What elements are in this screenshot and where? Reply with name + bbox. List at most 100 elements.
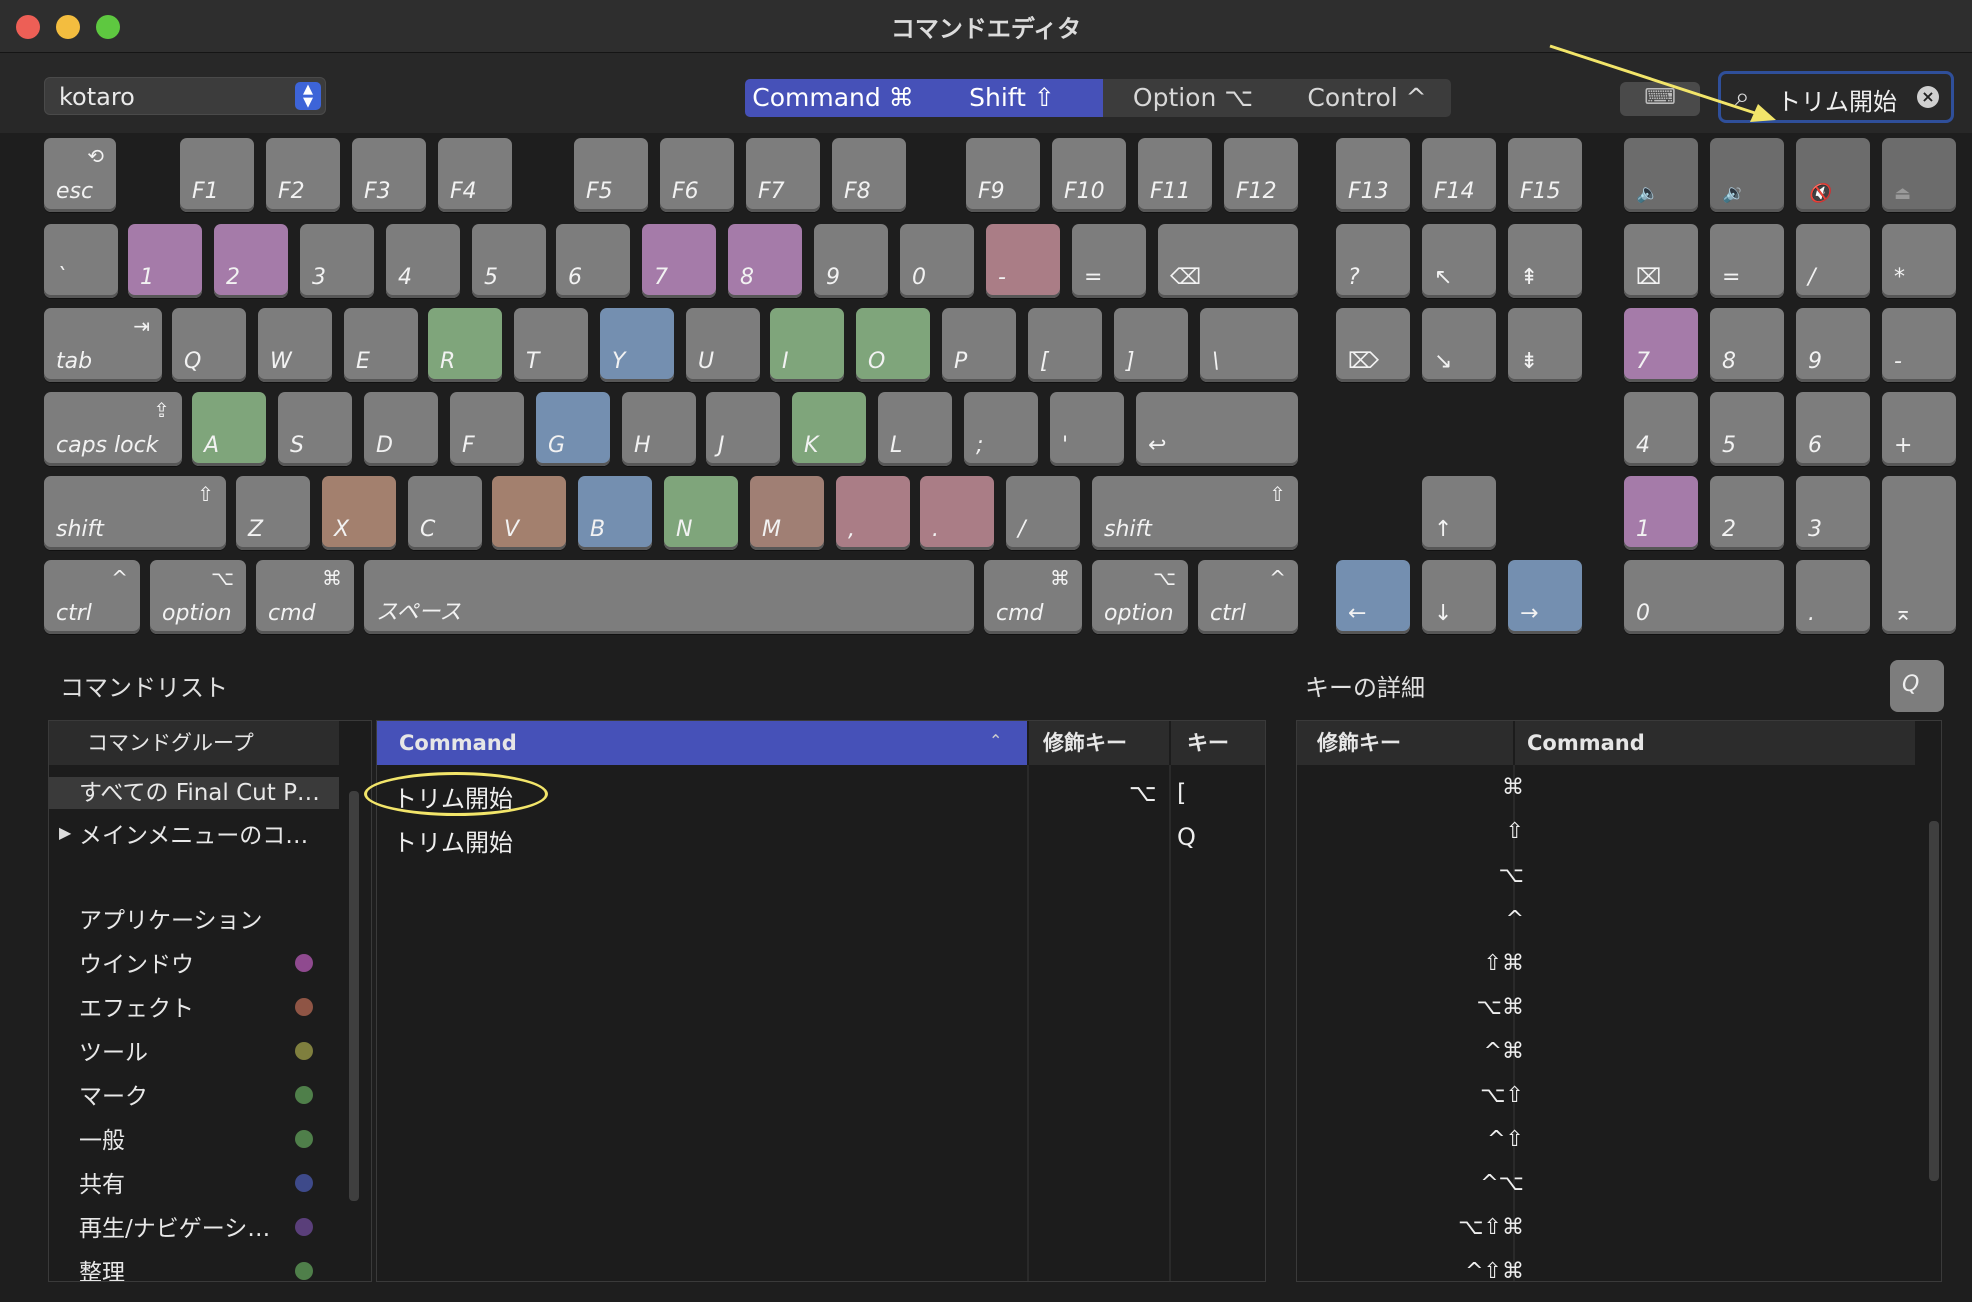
- key-forward-delete[interactable]: ⌦: [1336, 308, 1410, 382]
- modifier-option[interactable]: Option ⌥: [1103, 79, 1283, 117]
- key-0[interactable]: 0: [900, 224, 974, 298]
- key-right-option[interactable]: option ⌥: [1092, 560, 1188, 634]
- key-right-cmd[interactable]: cmd ⌘: [984, 560, 1082, 634]
- key-caps-lock[interactable]: caps lock ⇪: [44, 392, 182, 466]
- key-q[interactable]: Q: [172, 308, 246, 382]
- key-f2[interactable]: F2: [266, 138, 340, 212]
- key-f8[interactable]: F8: [832, 138, 906, 212]
- key-n[interactable]: N: [664, 476, 738, 550]
- key-num-5[interactable]: 5: [1710, 392, 1784, 466]
- key-comma[interactable]: ,: [836, 476, 910, 550]
- key-j[interactable]: J: [706, 392, 780, 466]
- group-item-playback[interactable]: 再生/ナビゲーシ…: [79, 1209, 270, 1243]
- key-equals[interactable]: =: [1072, 224, 1146, 298]
- key-1[interactable]: 1: [128, 224, 202, 298]
- search-input[interactable]: トリム開始: [1777, 82, 1897, 117]
- key-7[interactable]: 7: [642, 224, 716, 298]
- column-header-command[interactable]: Command: [377, 721, 1027, 765]
- key-volume-down[interactable]: 🔈: [1624, 138, 1698, 212]
- key-f7[interactable]: F7: [746, 138, 820, 212]
- key-num-multiply[interactable]: *: [1882, 224, 1956, 298]
- key-f6[interactable]: F6: [660, 138, 734, 212]
- key-num-6[interactable]: 6: [1796, 392, 1870, 466]
- key-num-2[interactable]: 2: [1710, 476, 1784, 550]
- key-left-cmd[interactable]: cmd ⌘: [256, 560, 354, 634]
- user-preset-select[interactable]: kotaro ▲ ▼: [44, 77, 326, 115]
- key-k[interactable]: K: [792, 392, 866, 466]
- key-i[interactable]: I: [770, 308, 844, 382]
- key-return[interactable]: ↩: [1136, 392, 1298, 466]
- column-header-modifier[interactable]: 修飾キー: [1029, 721, 1169, 765]
- key-h[interactable]: H: [622, 392, 696, 466]
- key-m[interactable]: M: [750, 476, 824, 550]
- key-left-bracket[interactable]: [: [1028, 308, 1102, 382]
- key-z[interactable]: Z: [236, 476, 310, 550]
- key-9[interactable]: 9: [814, 224, 888, 298]
- key-page-up[interactable]: ⇞: [1508, 224, 1582, 298]
- key-esc[interactable]: esc ⟲: [44, 138, 116, 212]
- key-f[interactable]: F: [450, 392, 524, 466]
- key-a[interactable]: A: [192, 392, 266, 466]
- key-detail-key[interactable]: Q: [1890, 660, 1944, 712]
- key-slash[interactable]: /: [1006, 476, 1080, 550]
- key-u[interactable]: U: [686, 308, 760, 382]
- key-f12[interactable]: F12: [1224, 138, 1298, 212]
- key-num-plus[interactable]: +: [1882, 392, 1956, 466]
- key-num-0[interactable]: 0: [1624, 560, 1784, 634]
- table-row[interactable]: トリム開始: [393, 823, 513, 858]
- key-w[interactable]: W: [258, 308, 332, 382]
- key-l[interactable]: L: [878, 392, 952, 466]
- key-f9[interactable]: F9: [966, 138, 1040, 212]
- group-item-share[interactable]: 共有: [79, 1165, 125, 1199]
- key-left-shift[interactable]: shift ⇧: [44, 476, 226, 550]
- key-o[interactable]: O: [856, 308, 930, 382]
- key-period[interactable]: .: [920, 476, 994, 550]
- key-num-8[interactable]: 8: [1710, 308, 1784, 382]
- key-minus[interactable]: -: [986, 224, 1060, 298]
- key-quote[interactable]: ': [1050, 392, 1124, 466]
- key-f3[interactable]: F3: [352, 138, 426, 212]
- key-f4[interactable]: F4: [438, 138, 512, 212]
- key-space[interactable]: スペース: [364, 560, 974, 634]
- key-left[interactable]: ←: [1336, 560, 1410, 634]
- key-f14[interactable]: F14: [1422, 138, 1496, 212]
- key-num-enter[interactable]: ⌅: [1882, 476, 1956, 634]
- key-end[interactable]: ↘: [1422, 308, 1496, 382]
- key-f13[interactable]: F13: [1336, 138, 1410, 212]
- key-mute[interactable]: 🔇: [1796, 138, 1870, 212]
- column-header-key[interactable]: キー: [1171, 721, 1265, 765]
- key-right-bracket[interactable]: ]: [1114, 308, 1188, 382]
- key-f1[interactable]: F1: [180, 138, 254, 212]
- key-p[interactable]: P: [942, 308, 1016, 382]
- key-f10[interactable]: F10: [1052, 138, 1126, 212]
- key-d[interactable]: D: [364, 392, 438, 466]
- key-f11[interactable]: F11: [1138, 138, 1212, 212]
- key-right-ctrl[interactable]: ctrl ^: [1198, 560, 1298, 634]
- detail-scrollbar[interactable]: [1929, 821, 1939, 1181]
- key-y[interactable]: Y: [600, 308, 674, 382]
- key-e[interactable]: E: [344, 308, 418, 382]
- key-backtick[interactable]: `: [44, 224, 118, 298]
- key-num-4[interactable]: 4: [1624, 392, 1698, 466]
- key-left-ctrl[interactable]: ctrl ^: [44, 560, 140, 634]
- key-up[interactable]: ↑: [1422, 476, 1496, 550]
- key-8[interactable]: 8: [728, 224, 802, 298]
- key-help[interactable]: ?: [1336, 224, 1410, 298]
- key-4[interactable]: 4: [386, 224, 460, 298]
- key-f15[interactable]: F15: [1508, 138, 1582, 212]
- group-item-main-menu[interactable]: メインメニューのコ…: [79, 816, 308, 850]
- modifier-shift[interactable]: Shift ⇧: [921, 79, 1103, 117]
- key-5[interactable]: 5: [472, 224, 546, 298]
- key-num-divide[interactable]: /: [1796, 224, 1870, 298]
- key-3[interactable]: 3: [300, 224, 374, 298]
- key-clear[interactable]: ⌧: [1624, 224, 1698, 298]
- key-b[interactable]: B: [578, 476, 652, 550]
- key-eject[interactable]: ⏏: [1882, 138, 1956, 212]
- key-num-1[interactable]: 1: [1624, 476, 1698, 550]
- group-item-mark[interactable]: マーク: [79, 1077, 148, 1111]
- key-num-decimal[interactable]: .: [1796, 560, 1870, 634]
- key-v[interactable]: V: [492, 476, 566, 550]
- key-r[interactable]: R: [428, 308, 502, 382]
- key-volume-up[interactable]: 🔉: [1710, 138, 1784, 212]
- modifier-control[interactable]: Control ^: [1283, 79, 1451, 117]
